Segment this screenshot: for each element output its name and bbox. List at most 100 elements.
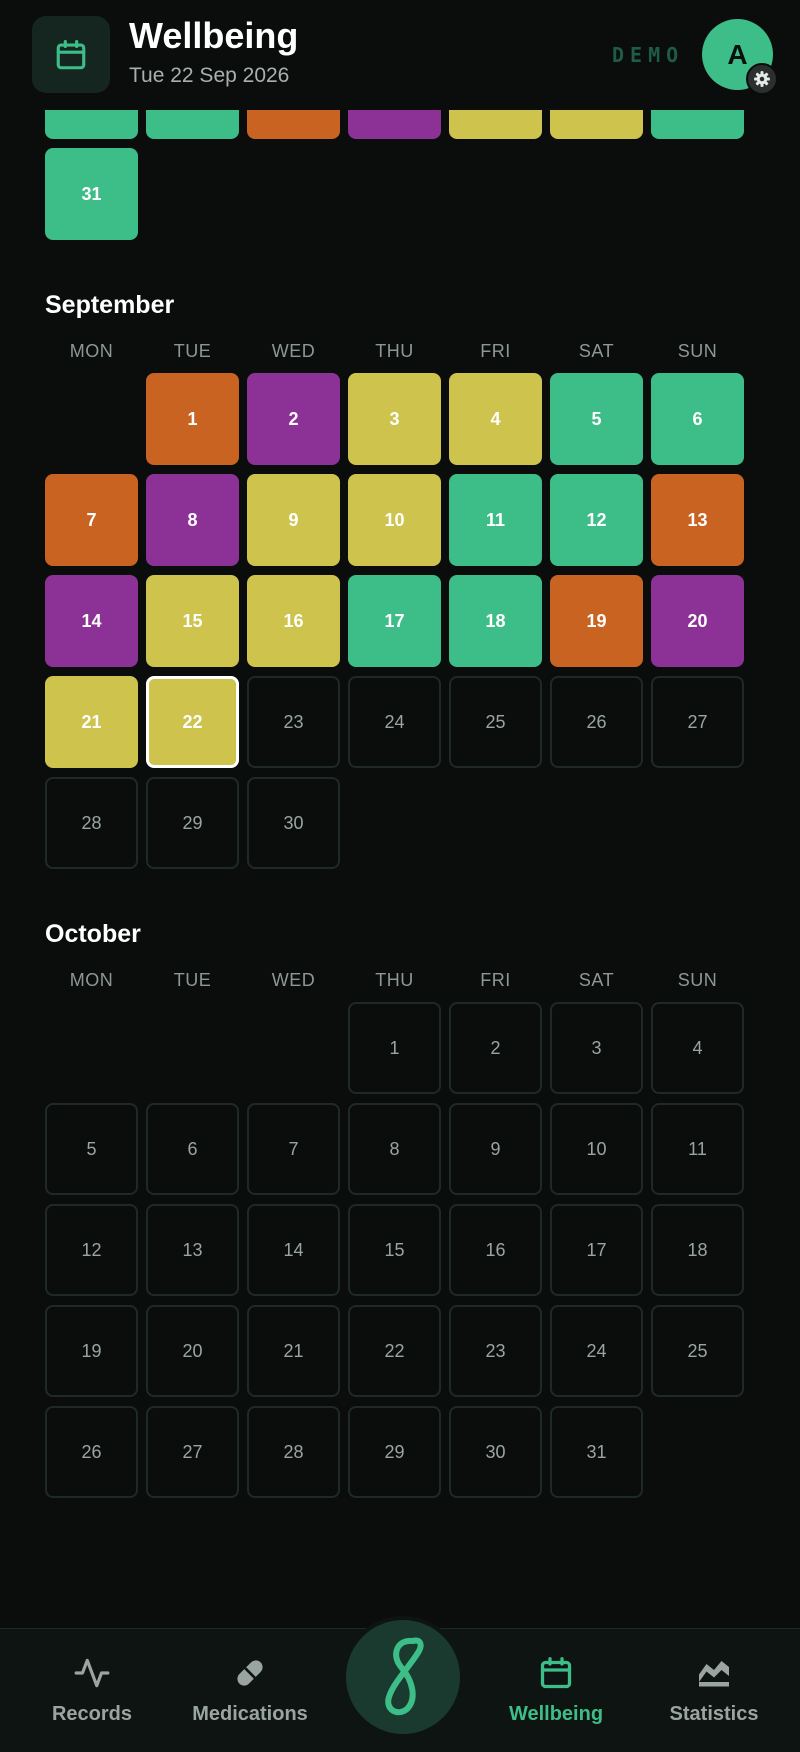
day-cell[interactable]: 25: [146, 110, 239, 139]
nav-records[interactable]: Records: [37, 1629, 147, 1752]
nav-label: Statistics: [669, 1703, 759, 1725]
day-cell[interactable]: 16: [449, 1204, 542, 1296]
day-cell[interactable]: 17: [550, 1204, 643, 1296]
nav-medications[interactable]: Medications: [190, 1629, 310, 1752]
day-cell[interactable]: 29: [550, 110, 643, 139]
center-action-button[interactable]: [342, 1616, 464, 1738]
day-cell[interactable]: 2: [247, 373, 340, 465]
day-cell[interactable]: 5: [550, 373, 643, 465]
day-cell[interactable]: 15: [348, 1204, 441, 1296]
day-cell[interactable]: 22: [348, 1305, 441, 1397]
day-cell[interactable]: 26: [247, 110, 340, 139]
day-cell[interactable]: 29: [348, 1406, 441, 1498]
day-cell[interactable]: 21: [45, 676, 138, 768]
day-cell[interactable]: 27: [651, 676, 744, 768]
day-cell[interactable]: 24: [550, 1305, 643, 1397]
day-cell[interactable]: 28: [247, 1406, 340, 1498]
weekday-label: SUN: [677, 970, 718, 990]
weekday-label: WED: [271, 341, 316, 361]
day-cell[interactable]: 6: [146, 1103, 239, 1195]
day-cell[interactable]: 31: [550, 1406, 643, 1498]
nav-wellbeing[interactable]: Wellbeing: [500, 1629, 612, 1752]
weekday-label: TUE: [173, 341, 212, 361]
pill-icon: [230, 1653, 270, 1693]
day-cell[interactable]: 16: [247, 575, 340, 667]
chart-icon: [694, 1653, 734, 1693]
day-cell[interactable]: 12: [550, 474, 643, 566]
day-cell[interactable]: 12: [45, 1204, 138, 1296]
nav-label: Wellbeing: [508, 1703, 604, 1725]
day-cell[interactable]: 13: [651, 474, 744, 566]
day-cell[interactable]: 27: [146, 1406, 239, 1498]
nav-statistics[interactable]: Statistics: [662, 1629, 766, 1752]
day-cell[interactable]: 10: [348, 474, 441, 566]
day-cell[interactable]: 23: [449, 1305, 542, 1397]
app-icon-tile[interactable]: [32, 16, 110, 93]
day-cell[interactable]: 31: [45, 148, 138, 240]
day-cell[interactable]: 19: [45, 1305, 138, 1397]
day-cell[interactable]: 7: [247, 1103, 340, 1195]
day-cell[interactable]: 1: [348, 1002, 441, 1094]
day-cell[interactable]: 11: [449, 474, 542, 566]
day-cell[interactable]: 1: [146, 373, 239, 465]
day-cell[interactable]: 6: [651, 373, 744, 465]
logo-icon: [385, 1637, 424, 1716]
day-cell[interactable]: 24: [348, 676, 441, 768]
day-cell[interactable]: 15: [146, 575, 239, 667]
day-cell[interactable]: 4: [651, 1002, 744, 1094]
app-header: Wellbeing Tue 22 Sep 2026 DEMO A: [0, 0, 800, 110]
weekday-label: FRI: [480, 970, 511, 990]
day-cell[interactable]: 5: [45, 1103, 138, 1195]
nav-label: Medications: [192, 1703, 308, 1725]
day-cell[interactable]: 18: [449, 575, 542, 667]
day-cell[interactable]: 8: [146, 474, 239, 566]
demo-badge: DEMO: [612, 43, 685, 67]
day-cell[interactable]: 20: [651, 575, 744, 667]
day-cell[interactable]: 28: [45, 777, 138, 869]
day-cell[interactable]: 14: [247, 1204, 340, 1296]
weekday-label: MON: [69, 970, 114, 990]
weekday-label: FRI: [480, 341, 511, 361]
day-cell[interactable]: 23: [247, 676, 340, 768]
day-cell[interactable]: 30: [247, 777, 340, 869]
activity-icon: [72, 1653, 112, 1693]
day-cell[interactable]: 9: [449, 1103, 542, 1195]
day-cell[interactable]: 21: [247, 1305, 340, 1397]
day-cell[interactable]: 28: [449, 110, 542, 139]
day-cell[interactable]: 13: [146, 1204, 239, 1296]
day-cell[interactable]: 14: [45, 575, 138, 667]
current-date: Tue 22 Sep 2026: [129, 64, 290, 87]
weekday-label: SUN: [677, 341, 718, 361]
weekday-label: THU: [375, 970, 414, 990]
day-cell[interactable]: 3: [348, 373, 441, 465]
day-cell[interactable]: 10: [550, 1103, 643, 1195]
day-cell[interactable]: 30: [651, 110, 744, 139]
day-cell[interactable]: 2: [449, 1002, 542, 1094]
day-cell[interactable]: 19: [550, 575, 643, 667]
day-cell[interactable]: 30: [449, 1406, 542, 1498]
day-cell[interactable]: 29: [146, 777, 239, 869]
day-cell[interactable]: 25: [651, 1305, 744, 1397]
day-cell[interactable]: 17: [348, 575, 441, 667]
day-cell[interactable]: 27: [348, 110, 441, 139]
weekday-label: TUE: [173, 970, 212, 990]
day-cell[interactable]: 25: [449, 676, 542, 768]
weekday-label: WED: [271, 970, 316, 990]
day-cell[interactable]: 11: [651, 1103, 744, 1195]
day-cell[interactable]: 26: [45, 1406, 138, 1498]
day-cell[interactable]: 7: [45, 474, 138, 566]
day-cell[interactable]: 3: [550, 1002, 643, 1094]
gear-icon[interactable]: [746, 63, 778, 95]
day-cell[interactable]: 8: [348, 1103, 441, 1195]
day-cell[interactable]: 20: [146, 1305, 239, 1397]
day-cell[interactable]: 4: [449, 373, 542, 465]
day-cell-today[interactable]: 22: [146, 676, 239, 768]
day-cell[interactable]: 18: [651, 1204, 744, 1296]
calendar-scroll-area[interactable]: 2425262728293031SeptemberMONTUEWEDTHUFRI…: [0, 110, 800, 1628]
weekday-label: SAT: [578, 970, 615, 990]
nav-label: Records: [51, 1703, 133, 1725]
day-cell[interactable]: 24: [45, 110, 138, 139]
day-cell[interactable]: 9: [247, 474, 340, 566]
month-title: September: [45, 291, 175, 319]
day-cell[interactable]: 26: [550, 676, 643, 768]
